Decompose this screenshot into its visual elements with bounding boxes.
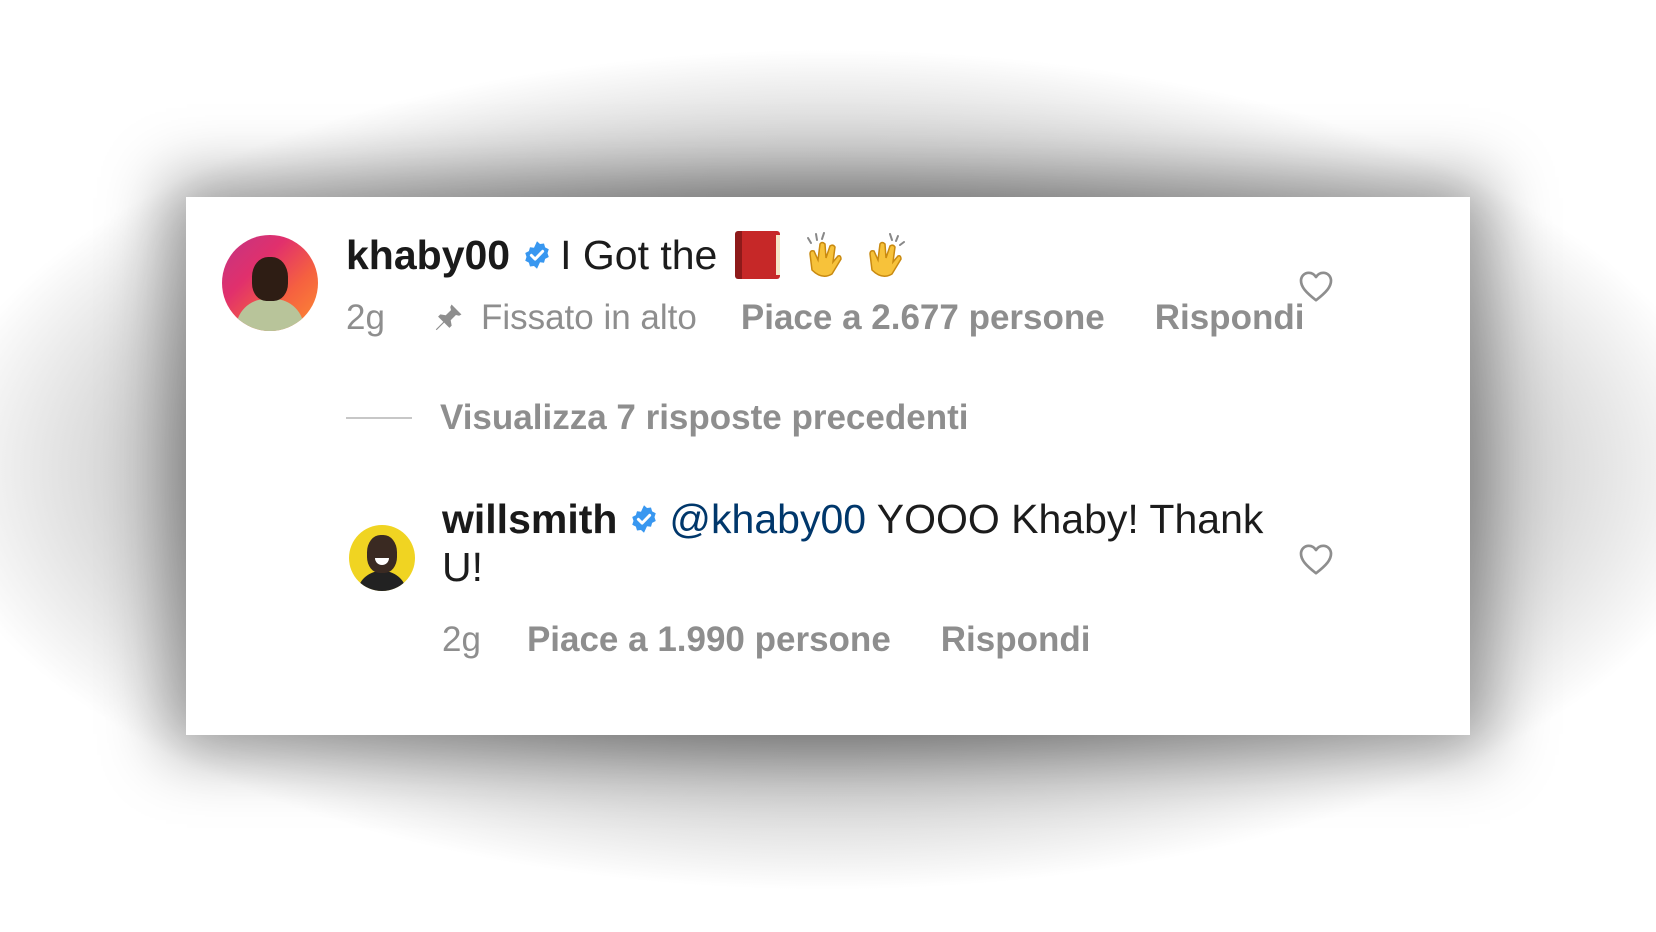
clapping-hands-icon: [869, 233, 906, 277]
mention-link[interactable]: @khaby00: [669, 496, 866, 542]
comment-1-meta: 2g Fissato in alto Piace a 2.677 persone…: [346, 293, 1304, 343]
verified-badge-icon: [632, 505, 657, 533]
comment-2-time: 2g: [442, 620, 481, 659]
verified-badge-icon: [525, 241, 549, 269]
comment-card: khaby00 I Got the 2g Fissato in alto Pia…: [186, 197, 1470, 735]
comment-2-meta: 2g Piace a 1.990 persone Rispondi: [442, 615, 1091, 665]
book-emoji-icon: [735, 231, 781, 279]
avatar-willsmith[interactable]: [349, 525, 415, 591]
clapping-hands-icon: [807, 232, 843, 277]
comment-2-text: willsmith @khaby00 YOOO Khaby! Thank U!: [442, 495, 1302, 591]
like-heart-icon[interactable]: [1298, 542, 1334, 576]
view-previous-replies[interactable]: Visualizza 7 risposte precedenti: [346, 393, 968, 443]
like-heart-icon[interactable]: [1298, 269, 1334, 303]
avatar-face: [252, 257, 288, 301]
pinned-label: Fissato in alto: [480, 298, 697, 337]
pin-icon: [435, 304, 462, 331]
avatar-face: [367, 535, 397, 573]
comment-1-likes[interactable]: Piace a 2.677 persone: [741, 298, 1105, 338]
comment-1-body: I Got the: [560, 231, 718, 278]
comment-2-likes[interactable]: Piace a 1.990 persone: [527, 620, 891, 660]
avatar-body: [236, 299, 304, 331]
avatar-body: [357, 571, 407, 591]
comment-2-reply-button[interactable]: Rispondi: [941, 620, 1091, 660]
view-replies-label[interactable]: Visualizza 7 risposte precedenti: [440, 398, 968, 438]
replies-divider: [346, 417, 412, 419]
comment-1-text-row: khaby00 I Got the: [346, 225, 910, 285]
avatar-khaby00[interactable]: [222, 235, 318, 331]
comment-1-time: 2g: [346, 298, 385, 337]
comment-2-username[interactable]: willsmith: [442, 496, 617, 542]
comment-1-reply-button[interactable]: Rispondi: [1155, 298, 1305, 338]
comment-1-username[interactable]: khaby00: [346, 232, 510, 279]
